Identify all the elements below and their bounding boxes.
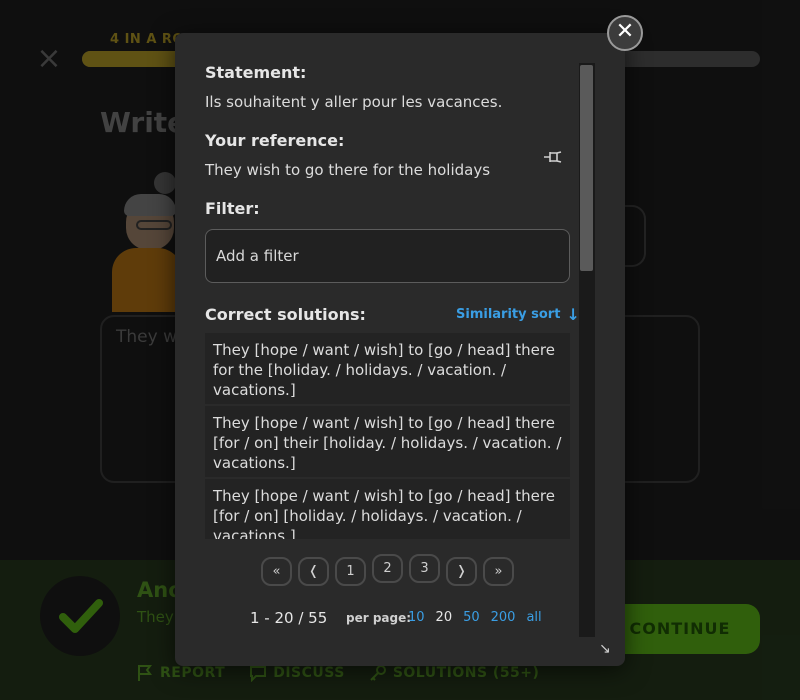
page-button-2[interactable]: 2 bbox=[372, 554, 403, 583]
filter-label: Filter: bbox=[205, 199, 260, 218]
solution-item: They [hope / want / wish] to [go / head]… bbox=[205, 479, 570, 539]
pin-icon[interactable] bbox=[543, 147, 563, 167]
scrollbar-thumb[interactable] bbox=[580, 65, 593, 271]
reference-label: Your reference: bbox=[205, 131, 345, 150]
similarity-sort-link[interactable]: Similarity sort ↓ bbox=[456, 305, 580, 324]
filter-input[interactable] bbox=[205, 229, 570, 283]
page-button-3[interactable]: 3 bbox=[409, 554, 440, 583]
prev-page-button[interactable]: ❬ bbox=[298, 557, 329, 586]
per-page-50[interactable]: 50 bbox=[463, 610, 480, 625]
solution-item: They [hope / want / wish] to [go / head]… bbox=[205, 406, 570, 477]
pagination: « ❬ 1 2 3 ❭ » bbox=[261, 554, 514, 586]
reference-text: They wish to go there for the holidays bbox=[205, 161, 491, 179]
per-page-label: per page: bbox=[346, 611, 412, 625]
solutions-heading: Correct solutions: bbox=[205, 305, 366, 324]
resize-handle-icon[interactable]: ↘ bbox=[599, 641, 615, 657]
solution-item: They [hope / want / wish] to [go / head]… bbox=[205, 333, 570, 404]
solutions-list: They [hope / want / wish] to [go / head]… bbox=[205, 333, 570, 539]
statement-label: Statement: bbox=[205, 63, 307, 82]
arrow-down-icon: ↓ bbox=[566, 305, 580, 324]
per-page-20: 20 bbox=[435, 610, 453, 625]
sort-label: Similarity sort bbox=[456, 307, 561, 322]
per-page-10[interactable]: 10 bbox=[408, 610, 425, 625]
next-page-button[interactable]: ❭ bbox=[446, 557, 477, 586]
solutions-modal: Statement: Ils souhaitent y aller pour l… bbox=[175, 33, 625, 666]
per-page-200[interactable]: 200 bbox=[491, 610, 516, 625]
per-page-options: 10 20 50 200 all bbox=[408, 610, 542, 625]
last-page-button[interactable]: » bbox=[483, 557, 514, 586]
close-icon[interactable]: ✕ bbox=[607, 15, 643, 51]
per-page-all[interactable]: all bbox=[526, 610, 541, 625]
statement-text: Ils souhaitent y aller pour les vacances… bbox=[205, 93, 503, 111]
first-page-button[interactable]: « bbox=[261, 557, 292, 586]
results-range: 1 - 20 / 55 bbox=[250, 609, 328, 627]
page-button-1[interactable]: 1 bbox=[335, 557, 366, 586]
